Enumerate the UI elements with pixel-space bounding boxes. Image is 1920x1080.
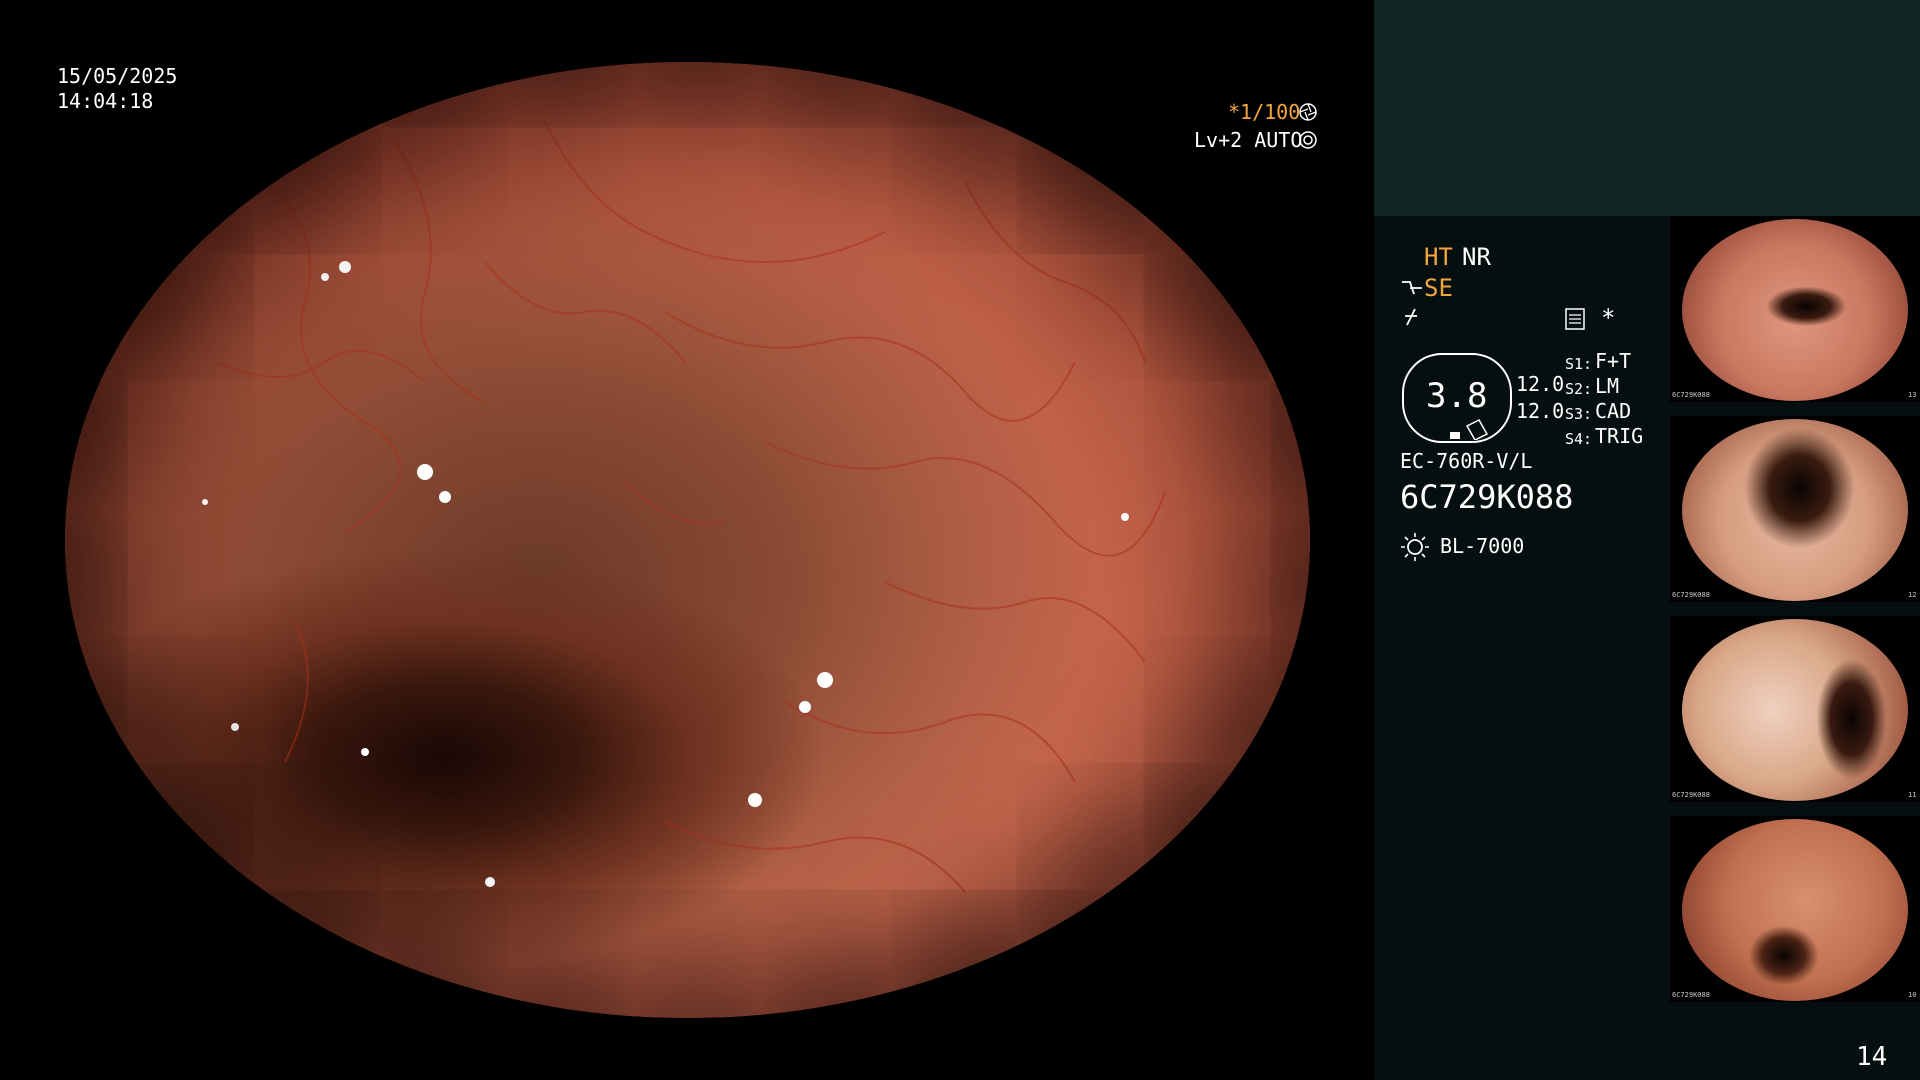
date-label: 15/05/2025: [57, 64, 178, 88]
gauge-value: 3.8: [1426, 376, 1488, 416]
scope-serial: 6C729K088: [1400, 478, 1574, 516]
time-label: 14:04:18: [57, 89, 154, 113]
star-label: *: [1601, 304, 1616, 332]
pencil-icon: [1465, 419, 1489, 440]
vessel-pattern: [202, 121, 1166, 893]
thumbnail-serial: 6C729K088: [1672, 791, 1710, 799]
scope-model: EC-760R-V/L: [1400, 449, 1533, 473]
s4-label: S4:: [1565, 430, 1593, 448]
iris-icon: [1299, 131, 1317, 149]
thumbnail-serial: 6C729K088: [1672, 591, 1710, 599]
endoscope-main-view: [65, 62, 1310, 1018]
value-a: 12.0: [1516, 372, 1565, 396]
thumbnail-image: [1682, 219, 1908, 401]
s3-value: CAD: [1595, 399, 1632, 423]
value-b: 12.0: [1516, 399, 1565, 423]
thumbnail-image: [1682, 619, 1908, 801]
se-label: SE: [1424, 274, 1453, 302]
thumbnail-id: 12: [1908, 591, 1917, 599]
s1-value: F+T: [1595, 349, 1632, 373]
s2-label: S2:: [1565, 380, 1593, 398]
scope-icon: [1405, 308, 1417, 326]
thumbnail-4[interactable]: 6C729K088 10: [1670, 816, 1920, 1002]
s3-label: S3:: [1565, 405, 1593, 423]
curve-icon: [1402, 281, 1422, 295]
thumbnail-serial: 6C729K088: [1672, 991, 1710, 999]
s1-label: S1:: [1565, 355, 1593, 373]
gauge-marker: [1450, 432, 1460, 439]
settings-icon: [1565, 308, 1585, 330]
lamp-icon: [1401, 533, 1429, 561]
thumbnail-image: [1682, 419, 1908, 601]
s4-value: TRIG: [1595, 424, 1644, 448]
thumbnail-1[interactable]: 6C729K088 13: [1670, 216, 1920, 402]
thumbnail-id: 11: [1908, 791, 1917, 799]
s2-value: LM: [1595, 374, 1620, 398]
page-number: 14: [1856, 1042, 1888, 1072]
thumbnail-serial: 6C729K088: [1672, 391, 1710, 399]
thumbnail-3[interactable]: 6C729K088 11: [1670, 616, 1920, 802]
thumbnail-2[interactable]: 6C729K088 12: [1670, 416, 1920, 602]
side-panel-header: [1374, 0, 1920, 216]
level-label: Lv+2 AUTO: [1194, 128, 1303, 152]
nr-label: NR: [1462, 243, 1491, 271]
thumbnail-id: 10: [1908, 991, 1917, 999]
aperture-icon: [1299, 103, 1317, 121]
thumbnail-id: 13: [1908, 391, 1917, 399]
light-source: BL-7000: [1440, 534, 1525, 558]
thumbnail-image: [1682, 819, 1908, 1001]
ht-label: HT: [1424, 243, 1453, 271]
shutter-label: *1/100: [1228, 100, 1301, 124]
